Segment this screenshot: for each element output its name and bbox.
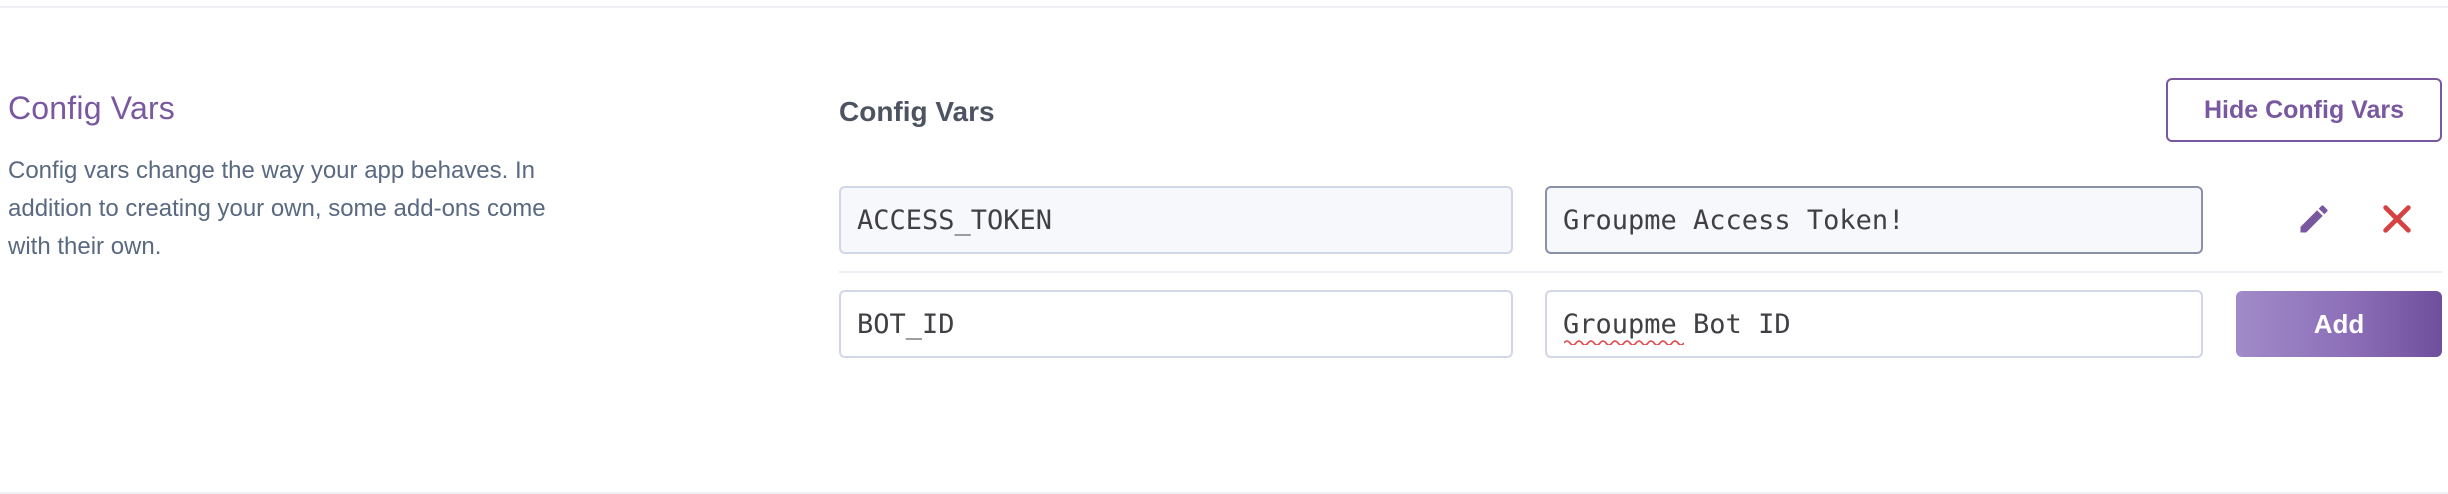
add-config-var-button[interactable]: Add (2236, 291, 2442, 357)
spellcheck-underline (1564, 340, 1684, 345)
top-divider (0, 6, 2448, 8)
close-icon (2383, 205, 2411, 233)
panel-title: Config Vars (839, 96, 995, 127)
section-title: Config Vars (8, 90, 176, 126)
section-description: Config vars change the way your app beha… (8, 157, 546, 260)
delete-button[interactable] (2373, 195, 2421, 243)
config-vars-page: Config Vars Config vars change the way y… (0, 0, 2448, 494)
config-var-value-input[interactable] (1545, 186, 2203, 254)
hide-config-vars-button[interactable]: Hide Config Vars (2166, 78, 2442, 142)
config-var-key-input[interactable] (839, 186, 1513, 254)
edit-button[interactable] (2290, 195, 2338, 243)
new-config-var-key-input[interactable] (839, 290, 1513, 358)
pencil-icon (2300, 205, 2328, 233)
row-divider (839, 271, 2442, 273)
new-config-var-value-input[interactable] (1545, 290, 2203, 358)
